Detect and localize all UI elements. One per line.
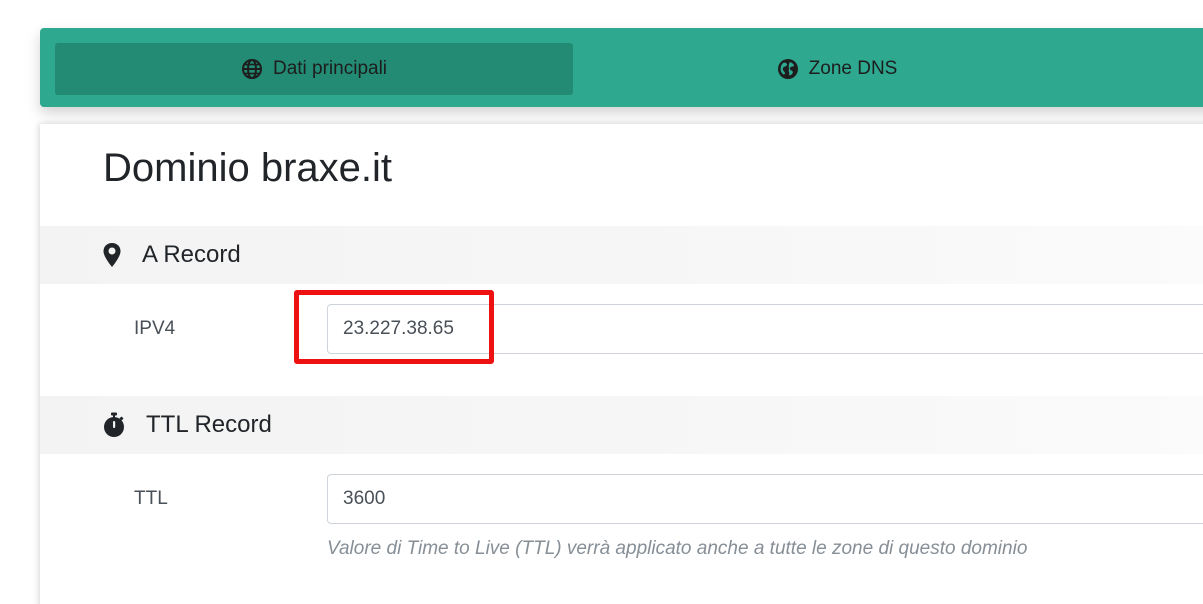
ipv4-label: IPV4 <box>134 318 176 339</box>
ttl-record-section-header: TTL Record <box>40 396 1203 454</box>
page-title: Dominio braxe.it <box>103 146 392 191</box>
a-record-title: A Record <box>142 241 241 268</box>
ttl-input[interactable] <box>327 474 1203 524</box>
highlight-box <box>294 290 494 364</box>
map-marker-icon <box>102 242 126 268</box>
title-prefix: Dominio <box>103 146 250 190</box>
ttl-record-title: TTL Record <box>146 411 272 438</box>
tab-dati-principali-label: Dati principali <box>272 58 388 79</box>
tab-bar: Dati principali Zone DNS <box>40 28 1203 107</box>
domain-card: Dominio braxe.it A Record IPV4 23.227.38… <box>40 124 1203 604</box>
a-record-section-header: A Record <box>40 226 1203 284</box>
domain-name: braxe.it <box>260 146 393 190</box>
tab-zone-dns-label: Zone DNS <box>808 58 898 79</box>
globe-americas-icon <box>777 58 799 80</box>
ttl-help-text: Valore di Time to Live (TTL) verrà appli… <box>327 538 1028 559</box>
globe-icon <box>241 58 263 80</box>
page: Dati principali Zone DNS Dominio braxe.i… <box>0 0 1203 604</box>
stopwatch-icon <box>102 412 126 438</box>
tab-dati-principali[interactable]: Dati principali <box>55 43 573 95</box>
ttl-label: TTL <box>134 488 168 509</box>
tab-zone-dns[interactable]: Zone DNS <box>578 43 1096 95</box>
